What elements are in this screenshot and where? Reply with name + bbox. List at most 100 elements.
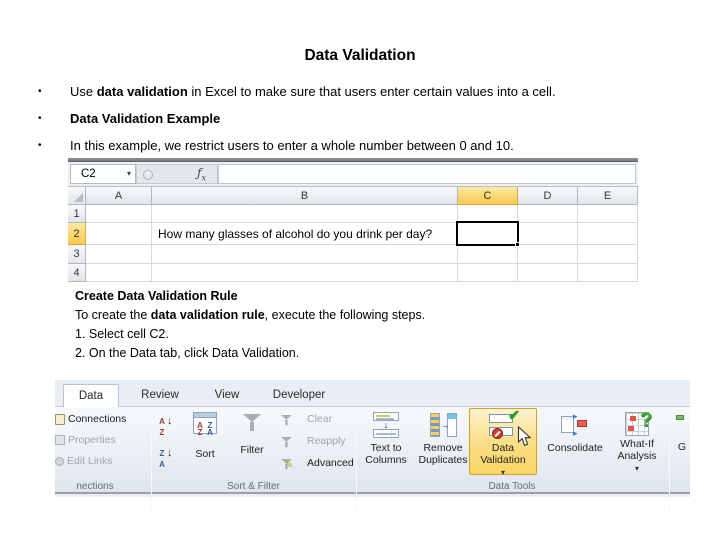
bullet-item: • In this example, we restrict users to …	[38, 138, 688, 153]
instructions-block: Create Data Validation Rule To create th…	[75, 287, 635, 363]
instructions-step1: 1. Select cell C2.	[75, 327, 169, 341]
clear-label: Clear	[307, 413, 333, 425]
fx-x: x	[201, 173, 206, 183]
cell-a2[interactable]	[86, 223, 152, 245]
consolidate-button[interactable]: ▸ ▸ Consolidate	[543, 412, 607, 455]
cell-e4[interactable]	[578, 264, 638, 282]
cell-e2[interactable]	[578, 223, 638, 245]
sort-ascending-z: Z	[157, 418, 167, 437]
consolidate-icon: ▸ ▸	[561, 412, 589, 438]
cell-b2[interactable]: How many glasses of alcohol do you drink…	[152, 223, 458, 245]
ribbon-body: Connections Properties Edit Links nectio…	[55, 407, 690, 516]
partial-group-button[interactable]: G	[674, 441, 690, 453]
cell-a1[interactable]	[86, 205, 152, 223]
sort-desc-a-icon: A	[159, 460, 165, 469]
sort-label: Sort	[195, 448, 215, 460]
bullet-text: Data Validation Example	[70, 111, 688, 126]
properties-button[interactable]: Properties	[55, 434, 116, 446]
slide: Data Validation • Use data validation in…	[0, 0, 720, 540]
chevron-down-icon[interactable]: ▾	[127, 165, 131, 183]
cell-a3[interactable]	[86, 245, 152, 264]
bullet-icon: •	[38, 140, 42, 151]
advanced-label: Advanced	[307, 457, 354, 469]
fx-icon[interactable]: ƒx	[197, 166, 206, 182]
bullet-icon: •	[38, 113, 42, 124]
clear-button[interactable]: Clear	[281, 413, 333, 426]
bullet-text: Use data validation in Excel to make sur…	[70, 84, 688, 99]
clear-filter-icon	[281, 415, 292, 426]
group-divider	[151, 410, 152, 516]
sort-icon-z2: Z	[197, 428, 203, 437]
connections-button[interactable]: Connections	[55, 413, 126, 425]
selected-cell-border[interactable]	[456, 221, 520, 247]
column-header-c[interactable]: C	[458, 187, 518, 205]
fill-handle[interactable]	[515, 242, 520, 247]
group-label-data-tools: Data Tools	[488, 481, 536, 492]
sort-descending-a: A	[157, 450, 167, 469]
arrow-down-icon: ↓	[167, 447, 173, 459]
what-if-analysis-icon: ?	[625, 410, 652, 436]
column-header-e[interactable]: E	[578, 187, 638, 205]
text-to-columns-button[interactable]: ↓ Text to Columns	[359, 412, 413, 466]
no-entry-icon	[492, 428, 503, 439]
sort-asc-z-icon: Z	[159, 428, 165, 437]
column-header-b[interactable]: B	[152, 187, 458, 205]
name-box-value: C2	[81, 168, 96, 180]
row-header-4[interactable]: 4	[68, 264, 86, 282]
ribbon-tab-row: Data Review View Developer	[55, 380, 690, 407]
arrow-down-icon: ↓	[167, 415, 173, 427]
cell-a4[interactable]	[86, 264, 152, 282]
insert-function-button[interactable]	[143, 170, 153, 180]
cell-c4[interactable]	[458, 264, 518, 282]
formula-input[interactable]	[218, 164, 636, 184]
tab-view[interactable]: View	[201, 384, 253, 407]
cell-c3[interactable]	[458, 245, 518, 264]
remove-duplicates-icon: →	[429, 412, 457, 440]
sort-button[interactable]: AZ ZA Sort	[185, 412, 225, 460]
bullet-text-bold: data validation	[96, 84, 188, 99]
page-title: Data Validation	[304, 47, 416, 64]
edit-links-button[interactable]: Edit Links	[55, 455, 113, 467]
advanced-button[interactable]: ✎ Advanced	[281, 457, 354, 471]
name-box[interactable]: C2 ▾	[70, 164, 136, 184]
formula-bar-controls: ƒx	[136, 164, 218, 184]
what-if-analysis-button[interactable]: ? What-If Analysis ▾	[609, 410, 665, 475]
cell-e1[interactable]	[578, 205, 638, 223]
column-header-d[interactable]: D	[518, 187, 578, 205]
cell-d4[interactable]	[518, 264, 578, 282]
row-header-2[interactable]: 2	[68, 223, 86, 245]
arrow-icon: ▸	[573, 428, 578, 438]
row-header-3[interactable]: 3	[68, 245, 86, 264]
chevron-down-icon: ▾	[500, 468, 505, 477]
cell-b4[interactable]	[152, 264, 458, 282]
row-header-1[interactable]: 1	[68, 205, 86, 223]
bullet-item: • Use data validation in Excel to make s…	[38, 84, 688, 99]
cell-d2[interactable]	[518, 223, 578, 245]
cell-d1[interactable]	[518, 205, 578, 223]
edit-links-label: Edit Links	[67, 455, 113, 467]
sort-icon: AZ ZA	[193, 412, 217, 437]
tab-data[interactable]: Data	[63, 384, 119, 407]
edit-links-icon	[55, 456, 64, 466]
instructions-heading: Create Data Validation Rule	[75, 289, 238, 303]
reapply-button[interactable]: Reapply	[281, 435, 346, 448]
select-all-corner[interactable]	[68, 187, 86, 205]
mouse-cursor	[517, 426, 532, 447]
arrow-down-icon: ↓	[383, 420, 389, 430]
tab-developer[interactable]: Developer	[263, 384, 335, 407]
remove-duplicates-button[interactable]: → Remove Duplicates	[415, 412, 471, 466]
bullet-text-bold: Data Validation Example	[70, 111, 221, 126]
group-label-sort-filter: Sort & Filter	[227, 481, 280, 492]
cell-b1[interactable]	[152, 205, 458, 223]
data-validation-icon: ✔	[489, 408, 520, 440]
filter-button[interactable]: Filter	[231, 414, 273, 456]
tab-review[interactable]: Review	[129, 384, 191, 407]
chevron-down-icon: ▾	[634, 464, 639, 473]
corner-triangle-icon	[74, 193, 83, 202]
cell-e3[interactable]	[578, 245, 638, 264]
column-header-a[interactable]: A	[86, 187, 152, 205]
cell-b3[interactable]	[152, 245, 458, 264]
connections-label: Connections	[68, 413, 127, 425]
cell-d3[interactable]	[518, 245, 578, 264]
pencil-icon: ✎	[285, 460, 294, 471]
